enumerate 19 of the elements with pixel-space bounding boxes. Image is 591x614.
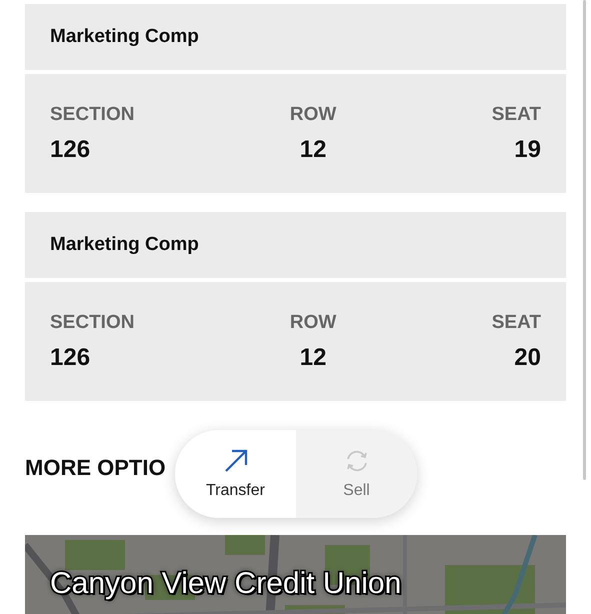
arrow-icon (222, 448, 248, 474)
section-heading: MORE OPTIO (25, 455, 166, 481)
field-value: 126 (50, 136, 92, 164)
ticket-title: Marketing Comp (50, 234, 199, 256)
field-label: SEAT (492, 104, 541, 126)
field-label: SECTION (50, 104, 134, 126)
field-label: ROW (290, 312, 336, 334)
ticket-title: Marketing Comp (50, 26, 199, 48)
field-value: 12 (300, 344, 326, 372)
field-label: SEAT (492, 312, 541, 334)
transfer-button[interactable]: Transfer (175, 430, 296, 518)
field-label: SECTION (50, 312, 134, 334)
venue-name: Canyon View Credit Union (50, 567, 402, 601)
field-value: 126 (50, 344, 92, 372)
scrollbar[interactable] (583, 0, 586, 480)
field-value: 20 (514, 344, 541, 372)
field-value: 19 (514, 136, 541, 164)
field-value: 12 (300, 136, 326, 164)
field-label: ROW (290, 104, 336, 126)
